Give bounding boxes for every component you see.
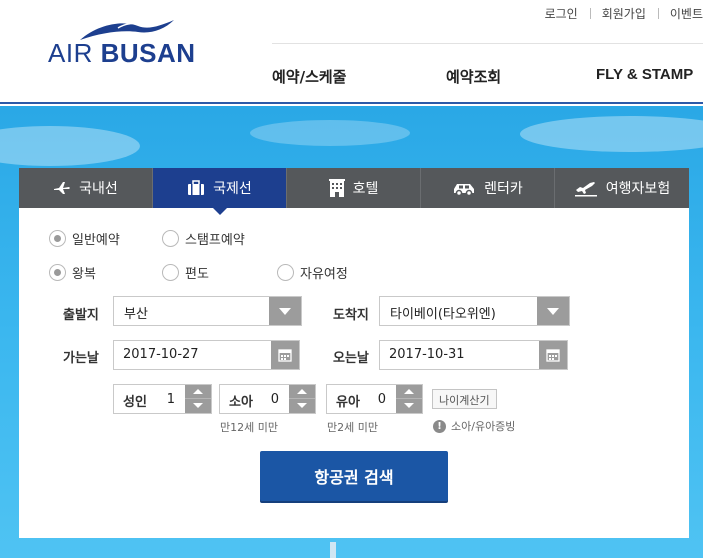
depart-date-input[interactable]: 2017-10-27 xyxy=(113,340,300,370)
plane-takeoff-icon xyxy=(574,182,597,197)
event-link[interactable]: 이벤트 xyxy=(657,5,703,22)
decrement-icon[interactable] xyxy=(289,399,315,413)
return-date-input[interactable]: 2017-10-31 xyxy=(379,340,568,370)
logo-air: AIR xyxy=(48,38,93,68)
stepper-buttons xyxy=(185,385,211,413)
tab-hotel[interactable]: 호텔 xyxy=(287,168,421,208)
radio-label: 자유여정 xyxy=(300,267,348,282)
age-calculator-button[interactable]: 나이계산기 xyxy=(432,389,497,409)
stepper-buttons xyxy=(289,385,315,413)
arrival-value: 타이베이(타오위엔) xyxy=(390,307,496,322)
decrement-icon[interactable] xyxy=(185,399,211,413)
radio-stamp-booking[interactable]: 스탬프예약 xyxy=(162,229,245,248)
site-header: AIR BUSAN 로그인 회원가입 이벤트 예약/스케줄 예약조회 FLY &… xyxy=(0,0,703,104)
calendar-icon[interactable] xyxy=(271,341,299,369)
return-date-label: 오는날 xyxy=(333,351,369,366)
radio-multi-city[interactable]: 자유여정 xyxy=(277,263,348,282)
airplane-icon xyxy=(54,182,71,194)
logo-text: AIR BUSAN xyxy=(48,38,196,69)
header-divider xyxy=(272,43,703,44)
chevron-down-icon xyxy=(269,297,301,325)
adult-label: 성인 xyxy=(123,395,147,410)
radio-label: 스탬프예약 xyxy=(185,233,245,248)
radio-label: 왕복 xyxy=(72,267,96,282)
tower-silhouette xyxy=(330,542,336,558)
air-busan-logo[interactable]: AIR BUSAN xyxy=(48,18,198,70)
arrival-label: 도착지 xyxy=(333,308,369,323)
depart-date-label: 가는날 xyxy=(63,351,99,366)
child-label: 소아 xyxy=(229,395,253,410)
departure-select[interactable]: 부산 xyxy=(113,296,302,326)
child-age-hint: 만12세 미만 xyxy=(220,421,278,434)
child-count: 0 xyxy=(270,392,279,407)
nav-fly-stamp[interactable]: FLY & STAMP xyxy=(596,66,693,83)
stepper-buttons xyxy=(396,385,422,413)
decrement-icon[interactable] xyxy=(396,399,422,413)
flight-search-button[interactable]: 항공권 검색 xyxy=(260,451,448,501)
cloud xyxy=(250,120,410,146)
tab-international[interactable]: 국제선 xyxy=(153,168,287,215)
tab-domestic[interactable]: 국내선 xyxy=(19,168,153,208)
radio-label: 편도 xyxy=(185,267,209,282)
briefcase-icon xyxy=(188,180,205,195)
proof-document-link[interactable]: ! 소아/유아증빙 xyxy=(433,418,515,434)
increment-icon[interactable] xyxy=(396,385,422,399)
infant-stepper[interactable]: 유아 0 xyxy=(326,384,423,414)
increment-icon[interactable] xyxy=(185,385,211,399)
tab-label: 호텔 xyxy=(352,181,379,197)
proof-label: 소아/유아증빙 xyxy=(451,420,516,433)
calendar-icon[interactable] xyxy=(539,341,567,369)
radio-circle xyxy=(162,264,179,281)
chevron-down-icon xyxy=(537,297,569,325)
arrival-select[interactable]: 타이베이(타오위엔) xyxy=(379,296,570,326)
radio-circle xyxy=(162,230,179,247)
departure-label: 출발지 xyxy=(63,308,99,323)
adult-count: 1 xyxy=(166,392,175,407)
radio-general-booking[interactable]: 일반예약 xyxy=(49,229,120,248)
child-stepper[interactable]: 소아 0 xyxy=(219,384,316,414)
tab-label: 렌터카 xyxy=(484,181,523,197)
booking-tabs: 국내선 국제선 호텔 렌터카 여행자보험 xyxy=(19,168,689,215)
tab-label: 여행자보험 xyxy=(605,181,671,197)
main-nav: 예약/스케줄 예약조회 FLY & STAMP xyxy=(272,66,703,86)
infant-count: 0 xyxy=(377,392,386,407)
adult-stepper[interactable]: 성인 1 xyxy=(113,384,212,414)
radio-circle xyxy=(49,264,66,281)
booking-panel: 국내선 국제선 호텔 렌터카 여행자보험 일반예약 스탬프예약 왕복 편도 자유… xyxy=(19,168,689,538)
info-icon: ! xyxy=(433,419,446,433)
utility-links: 로그인 회원가입 이벤트 xyxy=(533,5,703,22)
logo-busan: BUSAN xyxy=(100,38,196,68)
increment-icon[interactable] xyxy=(289,385,315,399)
return-date-value: 2017-10-31 xyxy=(389,347,465,362)
calendar-glyph xyxy=(546,349,560,362)
car-icon xyxy=(454,184,475,196)
radio-circle xyxy=(277,264,294,281)
nav-reservation-lookup[interactable]: 예약조회 xyxy=(446,66,501,87)
tab-label: 국제선 xyxy=(213,181,252,197)
signup-link[interactable]: 회원가입 xyxy=(589,5,658,22)
radio-one-way[interactable]: 편도 xyxy=(162,263,209,282)
hotel-icon xyxy=(328,179,345,197)
tab-rental-car[interactable]: 렌터카 xyxy=(421,168,555,208)
nav-reservation-schedule[interactable]: 예약/스케줄 xyxy=(272,66,346,87)
depart-date-value: 2017-10-27 xyxy=(123,347,199,362)
tab-label: 국내선 xyxy=(79,181,118,197)
radio-round-trip[interactable]: 왕복 xyxy=(49,263,96,282)
departure-value: 부산 xyxy=(124,307,148,322)
tab-travel-insurance[interactable]: 여행자보험 xyxy=(555,168,689,208)
login-link[interactable]: 로그인 xyxy=(533,5,590,22)
infant-label: 유아 xyxy=(336,395,360,410)
infant-age-hint: 만2세 미만 xyxy=(327,421,378,434)
calendar-glyph xyxy=(278,349,292,362)
cloud xyxy=(0,126,140,166)
radio-label: 일반예약 xyxy=(72,233,120,248)
radio-circle xyxy=(49,230,66,247)
cloud xyxy=(520,116,703,152)
